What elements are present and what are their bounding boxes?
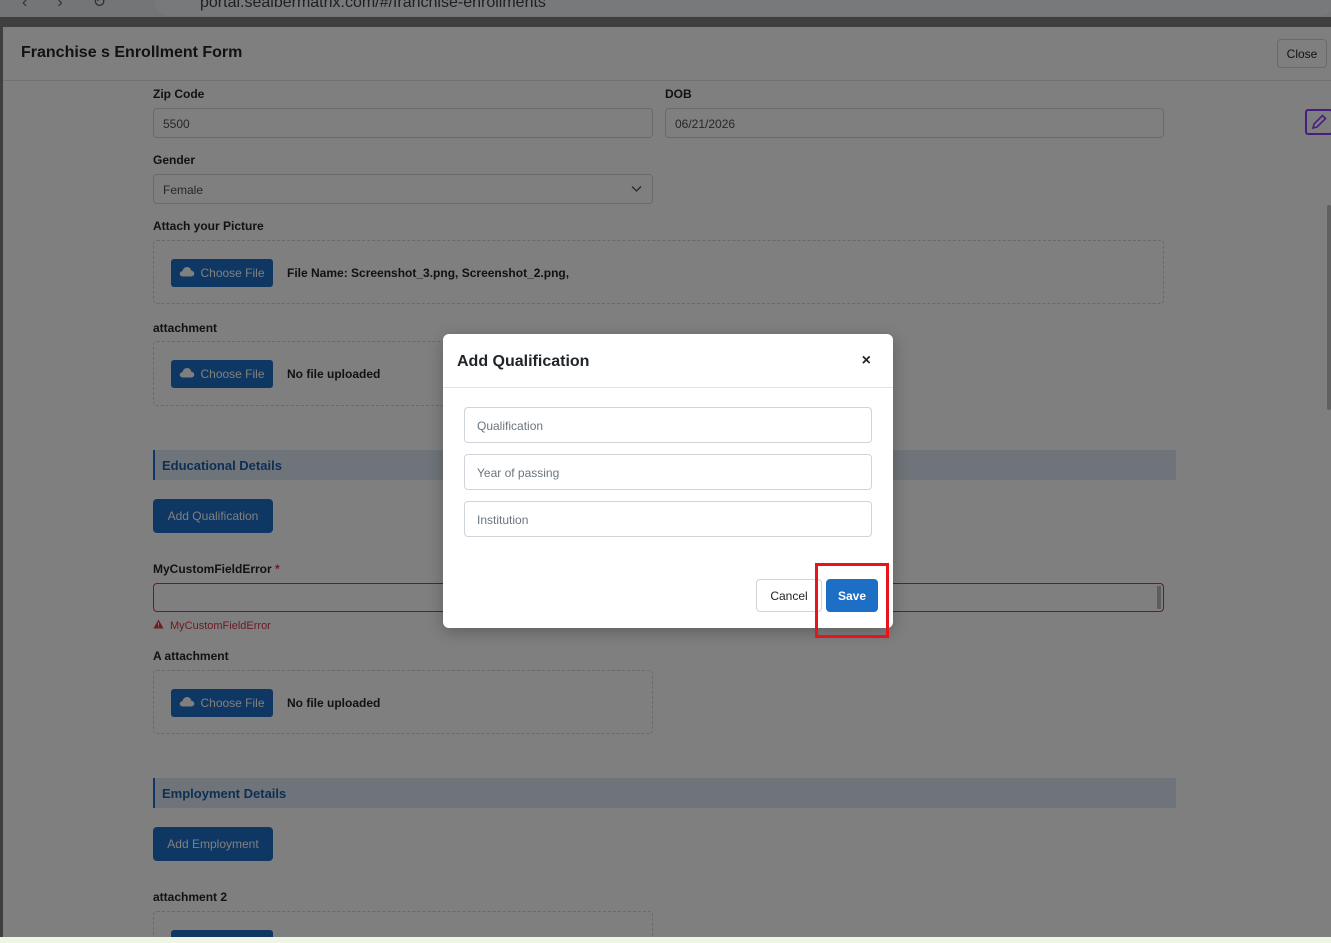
- cancel-button[interactable]: Cancel: [756, 579, 822, 612]
- qualification-input[interactable]: Qualification: [464, 407, 872, 443]
- bottom-strip: [0, 937, 1331, 943]
- close-icon[interactable]: ×: [862, 352, 871, 370]
- year-of-passing-input[interactable]: Year of passing: [464, 454, 872, 490]
- modal-title: Add Qualification: [457, 353, 590, 370]
- institution-input[interactable]: Institution: [464, 501, 872, 537]
- save-highlight-box: [815, 563, 889, 638]
- modal-header: Add Qualification ×: [443, 334, 893, 388]
